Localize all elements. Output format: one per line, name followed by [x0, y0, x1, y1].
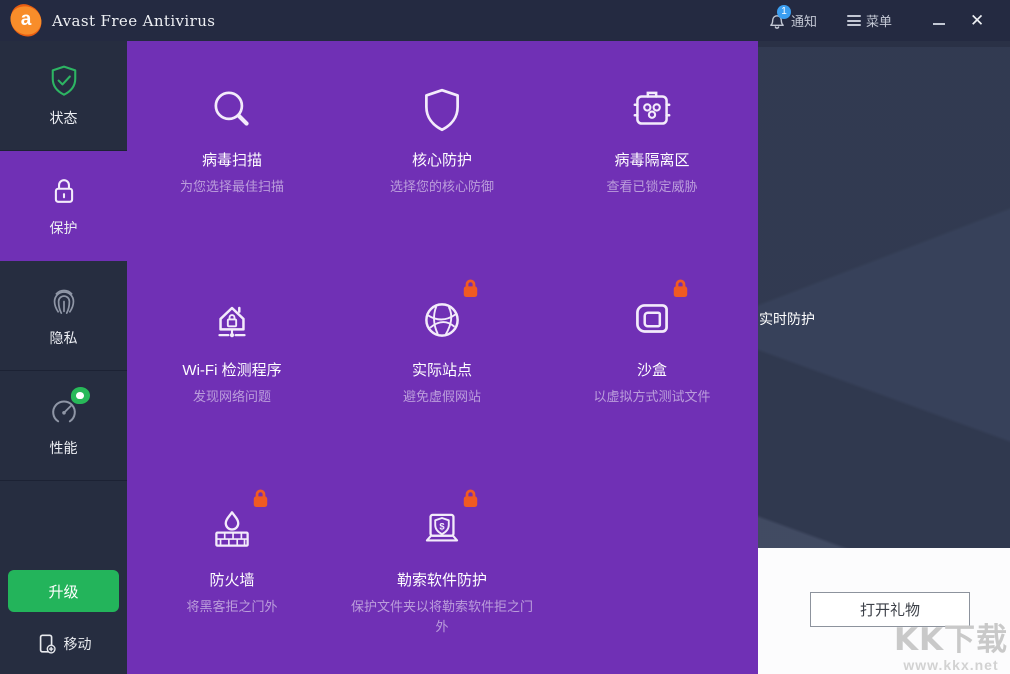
- tile-title: Wi-Fi 检测程序: [182, 359, 281, 380]
- tile-subtitle: 选择您的核心防御: [376, 177, 508, 197]
- phone-plus-icon: [36, 633, 58, 655]
- globe-icon: [417, 295, 467, 345]
- lock-badge-icon: [461, 278, 480, 298]
- lock-badge-icon: [461, 488, 480, 508]
- avast-window: a Avast Free Antivirus 1 通知 菜单 ✕: [0, 0, 1010, 674]
- titlebar: a Avast Free Antivirus 1 通知 菜单 ✕: [0, 0, 1010, 41]
- minimize-button[interactable]: [926, 17, 952, 25]
- tile-title: 病毒扫描: [202, 149, 262, 170]
- tile-subtitle: 查看已锁定威胁: [592, 177, 711, 197]
- tile-subtitle: 以虚拟方式测试文件: [579, 387, 724, 407]
- subheader-strip: [758, 41, 1010, 47]
- lock-badge-icon: [671, 278, 690, 298]
- tile-subtitle: 为您选择最佳扫描: [166, 177, 298, 197]
- tile-title: 实际站点: [412, 359, 472, 380]
- tile-title: 核心防护: [412, 149, 472, 170]
- protection-panel: 病毒扫描 为您选择最佳扫描 核心防护 选择您的核心防御 病毒隔离区 查看已锁定威…: [127, 41, 758, 674]
- tile-实际站点[interactable]: 实际站点 避免虚假网站: [337, 285, 547, 495]
- upgrade-button[interactable]: 升级: [8, 570, 119, 612]
- menu-label: 菜单: [866, 11, 892, 30]
- performance-badge-icon: [71, 387, 90, 404]
- sidebar-item-privacy[interactable]: 隐私: [0, 261, 127, 371]
- tile-Wi-Fi 检测程序[interactable]: Wi-Fi 检测程序 发现网络问题: [127, 285, 337, 495]
- tile-病毒扫描[interactable]: 病毒扫描 为您选择最佳扫描: [127, 75, 337, 285]
- watermark: KK下载 www.kkx.net: [894, 623, 1008, 673]
- tile-防火墙[interactable]: 防火墙 将黑客拒之门外: [127, 495, 337, 674]
- shield-icon: [417, 85, 467, 135]
- firewall-icon: [207, 505, 257, 555]
- chest-icon: [627, 85, 677, 135]
- notifications-label: 通知: [791, 11, 817, 30]
- tile-沙盒[interactable]: 沙盒 以虚拟方式测试文件: [547, 285, 757, 495]
- tile-subtitle: 发现网络问题: [179, 387, 285, 407]
- watermark-logo-text: KK下载: [894, 623, 1008, 657]
- close-button[interactable]: ✕: [970, 11, 996, 31]
- background-status-page: 实时防护 打开礼物 KK下载 www.kkx.net: [758, 41, 1010, 674]
- fingerprint-icon: [46, 283, 82, 319]
- tile-title: 勒索软件防护: [397, 569, 487, 590]
- minimize-icon: [933, 23, 945, 25]
- tile-title: 防火墙: [209, 569, 254, 590]
- ransom-icon: [417, 505, 467, 555]
- tile-勒索软件防护[interactable]: 勒索软件防护 保护文件夹以将勒索软件拒之门外: [337, 495, 547, 674]
- watermark-url: www.kkx.net: [894, 657, 1008, 673]
- gift-panel: 打开礼物 KK下载 www.kkx.net: [758, 548, 1010, 674]
- shield-check-icon: [46, 63, 82, 99]
- lock-badge-icon: [251, 488, 270, 508]
- sidebar-item-label: 状态: [50, 108, 78, 128]
- sidebar-item-label: 保护: [50, 218, 78, 238]
- sidebar-item-status[interactable]: 状态: [0, 41, 127, 151]
- notifications-button[interactable]: 1 通知: [769, 11, 817, 30]
- open-gift-button[interactable]: 打开礼物: [810, 592, 970, 627]
- tile-title: 沙盒: [637, 359, 667, 380]
- magnifier-icon: [207, 85, 257, 135]
- hamburger-icon: [847, 15, 861, 26]
- window-title: Avast Free Antivirus: [52, 0, 215, 41]
- tile-subtitle: 避免虚假网站: [389, 387, 495, 407]
- close-icon: ✕: [970, 11, 984, 31]
- sidebar-item-performance[interactable]: 性能: [0, 371, 127, 481]
- mobile-label: 移动: [64, 634, 92, 654]
- tile-title: 病毒隔离区: [614, 149, 689, 170]
- side-lock-icon: [46, 173, 82, 209]
- sidebar-item-protection[interactable]: 保护: [0, 151, 127, 261]
- sidebar-item-label: 隐私: [50, 328, 78, 348]
- sandbox-icon: [627, 295, 677, 345]
- sidebar-item-label: 性能: [50, 438, 78, 458]
- tile-subtitle: 保护文件夹以将勒索软件拒之门外: [337, 597, 547, 637]
- sidebar: 状态 保护 隐私 性能 升级 移动: [0, 41, 127, 674]
- tile-subtitle: 将黑客拒之门外: [172, 597, 291, 617]
- notification-count-badge: 1: [777, 5, 791, 19]
- tile-核心防护[interactable]: 核心防护 选择您的核心防御: [337, 75, 547, 285]
- wifi-house-icon: [207, 295, 257, 345]
- tile-病毒隔离区[interactable]: 病毒隔离区 查看已锁定威胁: [547, 75, 757, 285]
- sidebar-item-mobile[interactable]: 移动: [0, 633, 127, 655]
- avast-logo-icon: a: [7, 2, 45, 39]
- menu-button[interactable]: 菜单: [847, 11, 892, 30]
- realtime-protection-label: 实时防护: [759, 309, 815, 329]
